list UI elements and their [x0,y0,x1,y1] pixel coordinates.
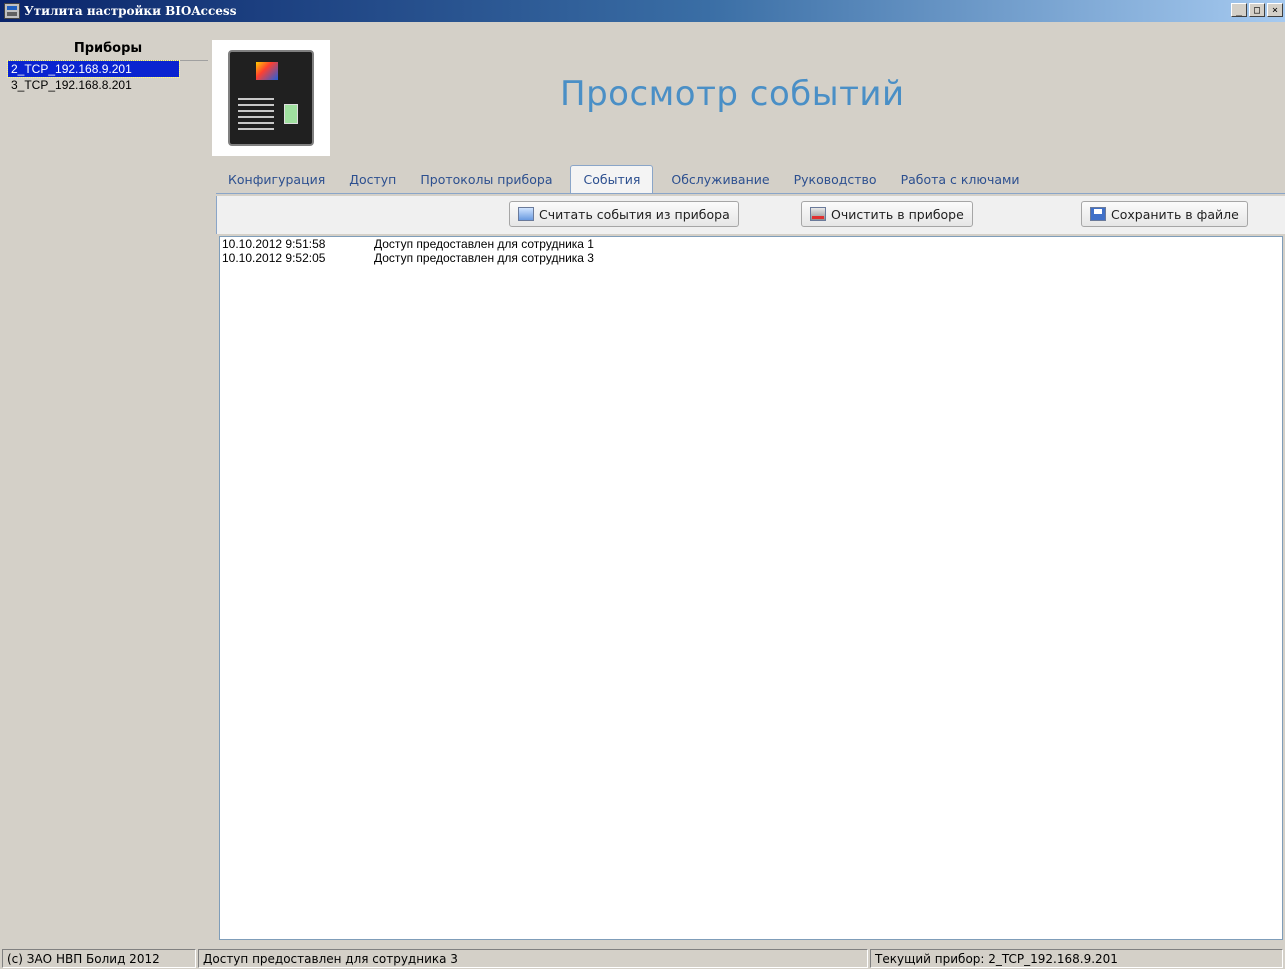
clear-device-button[interactable]: Очистить в приборе [801,201,973,227]
device-list-header: Приборы [8,38,208,61]
status-current-device: Текущий прибор: 2_TCP_192.168.9.201 [870,949,1283,968]
event-message: Доступ предоставлен для сотрудника 1 [374,237,594,251]
tab-maintenance[interactable]: Обслуживание [659,166,781,194]
tab-manual[interactable]: Руководство [782,166,889,194]
close-button[interactable]: × [1267,3,1283,17]
window-controls: _ □ × [1231,3,1283,17]
event-timestamp: 10.10.2012 9:52:05 [222,251,326,265]
device-list-panel: Приборы 2_TCP_192.168.9.201 3_TCP_192.16… [7,38,208,938]
page-title: Просмотр событий [560,74,905,114]
app-icon [4,3,20,19]
tab-access[interactable]: Доступ [337,166,408,194]
event-timestamp: 10.10.2012 9:51:58 [222,237,326,251]
event-log[interactable]: 10.10.2012 9:51:58 Доступ предоставлен д… [219,236,1283,940]
status-last-event: Доступ предоставлен для сотрудника 3 [198,949,868,968]
tab-divider [216,193,1285,194]
list-item[interactable]: 10.10.2012 9:51:58 Доступ предоставлен д… [220,237,1282,251]
device-item[interactable]: 2_TCP_192.168.9.201 [7,60,180,78]
tab-events[interactable]: События [570,165,654,194]
device-photo [212,40,330,156]
read-events-label: Считать события из прибора [539,206,730,222]
maximize-button[interactable]: □ [1249,3,1265,17]
read-events-button[interactable]: Считать события из прибора [509,201,739,227]
tab-configuration[interactable]: Конфигурация [216,166,337,194]
status-copyright: (c) ЗАО НВП Болид 2012 [2,949,196,968]
save-to-file-label: Сохранить в файле [1111,206,1239,222]
clear-device-label: Очистить в приборе [831,206,964,222]
read-device-icon [518,207,534,221]
save-file-icon [1090,207,1106,221]
clear-device-icon [810,207,826,221]
status-bar: (c) ЗАО НВП Болид 2012 Доступ предоставл… [0,947,1285,969]
tab-keys[interactable]: Работа с ключами [889,166,1032,194]
device-item[interactable]: 3_TCP_192.168.8.201 [8,77,208,93]
window-title: Утилита настройки BIOAccess [24,4,237,18]
title-bar: Утилита настройки BIOAccess _ □ × [0,0,1285,22]
fingerprint-terminal-icon [228,50,314,146]
save-to-file-button[interactable]: Сохранить в файле [1081,201,1248,227]
tab-bar: Конфигурация Доступ Протоколы прибора Со… [216,164,1285,194]
events-toolbar: Считать события из прибора Очистить в пр… [216,196,1285,234]
event-message: Доступ предоставлен для сотрудника 3 [374,251,594,265]
tab-device-protocols[interactable]: Протоколы прибора [408,166,564,194]
list-item[interactable]: 10.10.2012 9:52:05 Доступ предоставлен д… [220,251,1282,265]
minimize-button[interactable]: _ [1231,3,1247,17]
